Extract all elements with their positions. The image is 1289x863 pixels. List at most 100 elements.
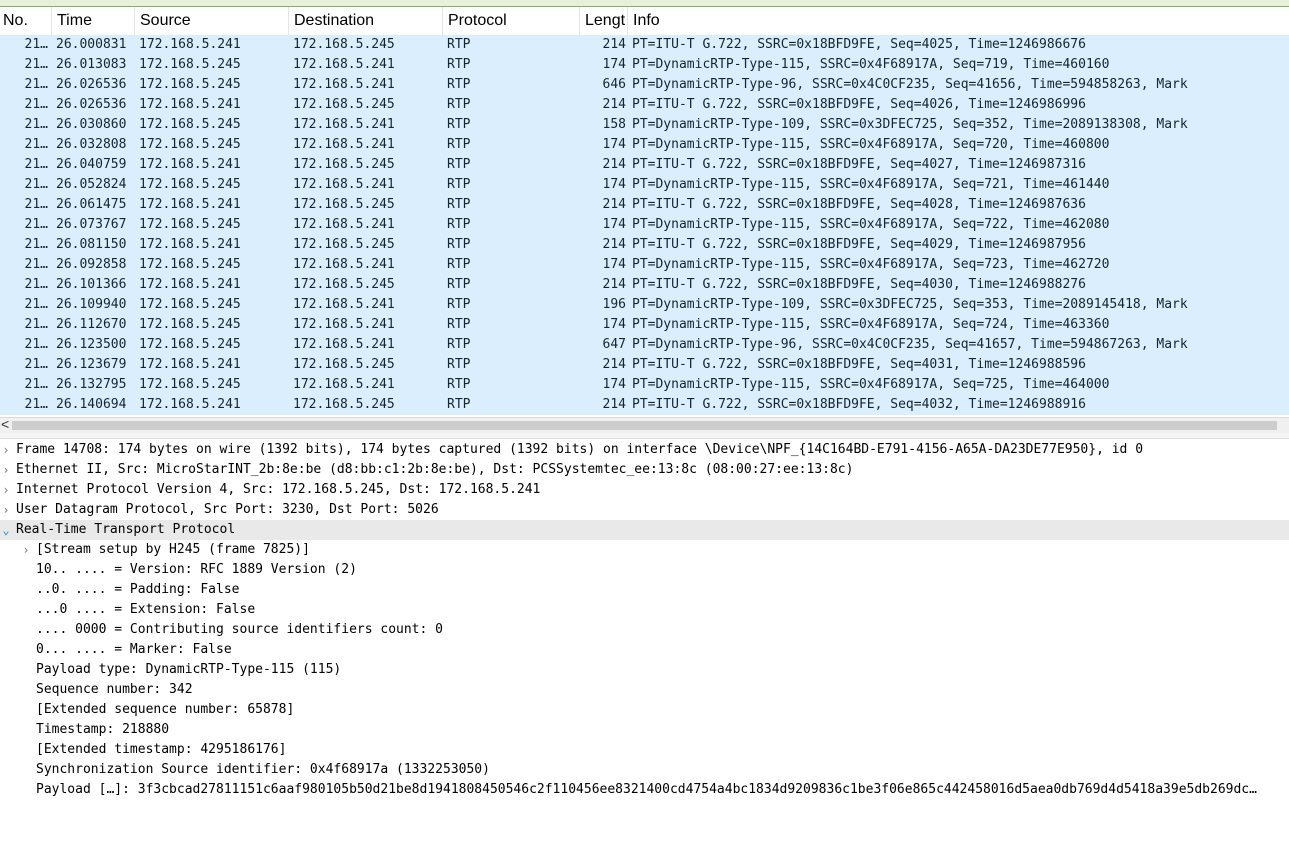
packet-protocol: RTP bbox=[447, 97, 471, 112]
packet-destination: 172.168.5.245 bbox=[293, 397, 395, 412]
packet-time: 26.081150 bbox=[56, 237, 127, 252]
detail-tree-item[interactable]: Payload type: DynamicRTP-Type-115 (115) bbox=[0, 660, 1289, 680]
column-header-time[interactable]: Time bbox=[52, 7, 135, 35]
packet-list[interactable]: No. Time Source Destination Protocol Len… bbox=[0, 7, 1289, 417]
packet-info: PT=DynamicRTP-Type-115, SSRC=0x4F68917A,… bbox=[632, 137, 1110, 152]
packet-destination: 172.168.5.241 bbox=[293, 257, 395, 272]
toolbar-strip bbox=[0, 0, 1289, 7]
chevron-right-icon[interactable]: › bbox=[0, 460, 12, 480]
table-row[interactable]: 21… 26.000831 172.168.5.241 172.168.5.245 RT… bbox=[0, 35, 1289, 55]
packet-source: 172.168.5.241 bbox=[139, 237, 241, 252]
detail-tree-item[interactable]: ⌄ Real-Time Transport Protocol bbox=[0, 520, 1289, 540]
column-header-length[interactable]: Lengt bbox=[580, 7, 628, 35]
table-row[interactable]: 21… 26.073767 172.168.5.245 172.168.5.241 RT… bbox=[0, 215, 1289, 235]
detail-tree-item[interactable]: [Extended sequence number: 65878] bbox=[0, 700, 1289, 720]
packet-info: PT=DynamicRTP-Type-115, SSRC=0x4F68917A,… bbox=[632, 177, 1110, 192]
table-row[interactable]: 21… 26.123500 172.168.5.245 172.168.5.241 RT… bbox=[0, 335, 1289, 355]
detail-text: [Extended sequence number: 65878] bbox=[36, 702, 295, 717]
table-row[interactable]: 21… 26.109940 172.168.5.245 172.168.5.241 RT… bbox=[0, 295, 1289, 315]
table-row[interactable]: 21… 26.092858 172.168.5.245 172.168.5.241 RT… bbox=[0, 255, 1289, 275]
packet-info: PT=DynamicRTP-Type-109, SSRC=0x3DFEC725,… bbox=[632, 297, 1188, 312]
detail-tree-item[interactable]: [Extended timestamp: 4295186176] bbox=[0, 740, 1289, 760]
table-row[interactable]: 21… 26.140694 172.168.5.241 172.168.5.245 RT… bbox=[0, 395, 1289, 415]
packet-details-tree[interactable]: › Frame 14708: 174 bytes on wire (1392 bi… bbox=[0, 440, 1289, 860]
detail-tree-item[interactable]: 0... .... = Marker: False bbox=[0, 640, 1289, 660]
table-row[interactable]: 21… 26.052824 172.168.5.245 172.168.5.241 RT… bbox=[0, 175, 1289, 195]
packet-info: PT=ITU-T G.722, SSRC=0x18BFD9FE, Seq=403… bbox=[632, 357, 1086, 372]
packet-length: 646 bbox=[602, 77, 626, 92]
packet-destination: 172.168.5.241 bbox=[293, 137, 395, 152]
packet-protocol: RTP bbox=[447, 177, 471, 192]
horizontal-scrollbar[interactable]: < bbox=[0, 416, 1289, 433]
detail-tree-item[interactable]: Payload […]: 3f3cbcad27811151c6aaf980105… bbox=[0, 780, 1289, 800]
detail-tree-item[interactable]: ...0 .... = Extension: False bbox=[0, 600, 1289, 620]
packet-destination: 172.168.5.241 bbox=[293, 57, 395, 72]
scroll-left-icon[interactable]: < bbox=[1, 416, 9, 432]
packet-protocol: RTP bbox=[447, 337, 471, 352]
detail-tree-item[interactable]: › User Datagram Protocol, Src Port: 3230,… bbox=[0, 500, 1289, 520]
table-row[interactable]: 21… 26.132795 172.168.5.245 172.168.5.241 RT… bbox=[0, 375, 1289, 395]
packet-destination: 172.168.5.241 bbox=[293, 337, 395, 352]
packet-length: 214 bbox=[602, 157, 626, 172]
detail-tree-item[interactable]: › Ethernet II, Src: MicroStarINT_2b:8e:be… bbox=[0, 460, 1289, 480]
table-row[interactable]: 21… 26.123679 172.168.5.241 172.168.5.245 RT… bbox=[0, 355, 1289, 375]
chevron-down-icon[interactable]: ⌄ bbox=[0, 520, 12, 540]
detail-tree-item[interactable]: 10.. .... = Version: RFC 1889 Version (2… bbox=[0, 560, 1289, 580]
detail-text: ...0 .... = Extension: False bbox=[36, 602, 256, 617]
table-row[interactable]: 21… 26.040759 172.168.5.241 172.168.5.245 RT… bbox=[0, 155, 1289, 175]
table-row[interactable]: 21… 26.081150 172.168.5.241 172.168.5.245 RT… bbox=[0, 235, 1289, 255]
packet-destination: 172.168.5.245 bbox=[293, 37, 395, 52]
packet-length: 214 bbox=[602, 97, 626, 112]
detail-tree-item[interactable]: Sequence number: 342 bbox=[0, 680, 1289, 700]
detail-text: .... 0000 = Contributing source identifi… bbox=[36, 622, 443, 637]
packet-length: 174 bbox=[602, 317, 626, 332]
packet-source: 172.168.5.245 bbox=[139, 117, 241, 132]
chevron-right-icon[interactable]: › bbox=[0, 500, 12, 520]
detail-tree-item[interactable]: Synchronization Source identifier: 0x4f6… bbox=[0, 760, 1289, 780]
detail-tree-item[interactable]: › [Stream setup by H245 (frame 7825)] bbox=[0, 540, 1289, 560]
packet-source: 172.168.5.245 bbox=[139, 217, 241, 232]
column-header-no[interactable]: No. bbox=[0, 7, 52, 35]
packet-no: 21… bbox=[24, 137, 48, 152]
table-row[interactable]: 21… 26.112670 172.168.5.245 172.168.5.241 RT… bbox=[0, 315, 1289, 335]
detail-tree-item[interactable]: ..0. .... = Padding: False bbox=[0, 580, 1289, 600]
packet-time: 26.109940 bbox=[56, 297, 127, 312]
table-row[interactable]: 21… 26.026536 172.168.5.245 172.168.5.241 RT… bbox=[0, 75, 1289, 95]
table-row[interactable]: 21… 26.032808 172.168.5.245 172.168.5.241 RT… bbox=[0, 135, 1289, 155]
chevron-right-icon[interactable]: › bbox=[0, 440, 12, 460]
detail-text: 10.. .... = Version: RFC 1889 Version (2… bbox=[36, 562, 357, 577]
packet-no: 21… bbox=[24, 357, 48, 372]
detail-tree-item[interactable]: › Internet Protocol Version 4, Src: 172.1… bbox=[0, 480, 1289, 500]
detail-tree-item[interactable]: .... 0000 = Contributing source identifi… bbox=[0, 620, 1289, 640]
table-row[interactable]: 21… 26.013083 172.168.5.245 172.168.5.241 RT… bbox=[0, 55, 1289, 75]
detail-tree-item[interactable]: › Frame 14708: 174 bytes on wire (1392 bi… bbox=[0, 440, 1289, 460]
packet-time: 26.013083 bbox=[56, 57, 127, 72]
packet-protocol: RTP bbox=[447, 197, 471, 212]
packet-no: 21… bbox=[24, 57, 48, 72]
pane-splitter[interactable] bbox=[0, 433, 1289, 439]
packet-source: 172.168.5.241 bbox=[139, 157, 241, 172]
packet-no: 21… bbox=[24, 377, 48, 392]
column-header-info[interactable]: Info bbox=[628, 7, 1289, 35]
packet-no: 21… bbox=[24, 117, 48, 132]
column-header-destination[interactable]: Destination bbox=[289, 7, 443, 35]
chevron-right-icon[interactable]: › bbox=[0, 480, 12, 500]
packet-info: PT=DynamicRTP-Type-115, SSRC=0x4F68917A,… bbox=[632, 217, 1110, 232]
packet-protocol: RTP bbox=[447, 377, 471, 392]
packet-length: 214 bbox=[602, 237, 626, 252]
detail-tree-item[interactable]: Timestamp: 218880 bbox=[0, 720, 1289, 740]
column-header-source[interactable]: Source bbox=[135, 7, 289, 35]
table-row[interactable]: 21… 26.026536 172.168.5.241 172.168.5.245 RT… bbox=[0, 95, 1289, 115]
table-row[interactable]: 21… 26.101366 172.168.5.241 172.168.5.245 RT… bbox=[0, 275, 1289, 295]
packet-destination: 172.168.5.241 bbox=[293, 117, 395, 132]
packet-protocol: RTP bbox=[447, 317, 471, 332]
packet-length: 214 bbox=[602, 37, 626, 52]
packet-time: 26.026536 bbox=[56, 97, 127, 112]
column-header-protocol[interactable]: Protocol bbox=[443, 7, 580, 35]
chevron-right-icon[interactable]: › bbox=[20, 540, 32, 560]
scrollbar-thumb[interactable] bbox=[12, 421, 1277, 430]
packet-protocol: RTP bbox=[447, 277, 471, 292]
table-row[interactable]: 21… 26.061475 172.168.5.241 172.168.5.245 RT… bbox=[0, 195, 1289, 215]
packet-no: 21… bbox=[24, 37, 48, 52]
table-row[interactable]: 21… 26.030860 172.168.5.245 172.168.5.241 RT… bbox=[0, 115, 1289, 135]
